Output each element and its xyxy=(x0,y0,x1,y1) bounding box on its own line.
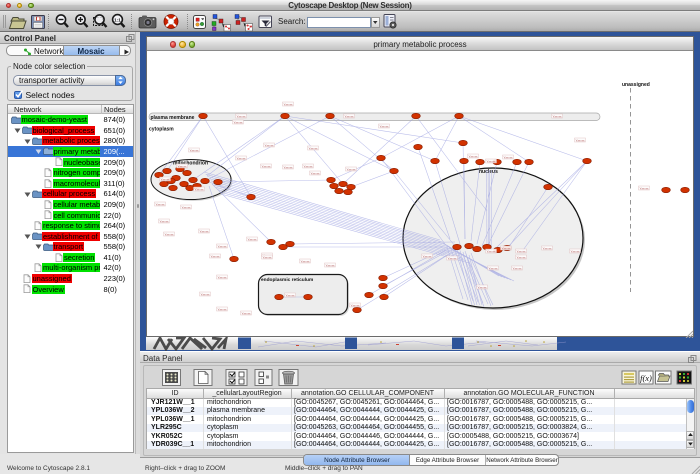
svg-text:Yxx-xx: Yxx-xx xyxy=(237,156,247,160)
svg-text:Yxx-xx: Yxx-xx xyxy=(504,155,514,159)
svg-text:Yxx-xx: Yxx-xx xyxy=(265,143,275,147)
svg-text:Yxx-xx: Yxx-xx xyxy=(553,114,563,118)
svg-text:Yxx-xx: Yxx-xx xyxy=(284,165,294,169)
svg-text:Yxx-xx: Yxx-xx xyxy=(576,138,586,142)
svg-text:cytoplasm: cytoplasm xyxy=(149,127,174,133)
svg-text:Yxx-xx: Yxx-xx xyxy=(178,164,188,168)
svg-text:Yxx-xx: Yxx-xx xyxy=(248,237,258,241)
svg-text:Yxx-xx: Yxx-xx xyxy=(311,171,321,175)
svg-text:Yxx-xx: Yxx-xx xyxy=(218,275,228,279)
svg-text:Yxx-xx: Yxx-xx xyxy=(489,266,499,270)
svg-text:Yxx-xx: Yxx-xx xyxy=(201,292,211,296)
svg-text:Yxx-xx: Yxx-xx xyxy=(326,263,336,267)
svg-text:unassigned: unassigned xyxy=(622,82,650,88)
svg-text:Yxx-xx: Yxx-xx xyxy=(351,303,361,307)
svg-text:Yxx-xx: Yxx-xx xyxy=(517,255,527,259)
svg-text:Yxx-xx: Yxx-xx xyxy=(195,187,205,191)
svg-text:1:1: 1:1 xyxy=(114,18,121,23)
svg-text:Yxx-xx: Yxx-xx xyxy=(502,246,512,250)
svg-text:Yxx-xx: Yxx-xx xyxy=(304,164,314,168)
svg-text:Yxx-xx: Yxx-xx xyxy=(380,124,390,128)
svg-text:Yxx-xx: Yxx-xx xyxy=(262,164,272,168)
svg-text:Yxx-xx: Yxx-xx xyxy=(345,114,355,118)
svg-text:Yxx-xx: Yxx-xx xyxy=(284,102,294,106)
svg-text:Yxx-xx: Yxx-xx xyxy=(487,159,497,163)
svg-text:Yxx-xx: Yxx-xx xyxy=(571,249,581,253)
svg-text:Yxx-xx: Yxx-xx xyxy=(190,148,200,152)
svg-text:Yxx-xx: Yxx-xx xyxy=(211,254,221,258)
svg-text:Yxx-xx: Yxx-xx xyxy=(286,293,296,297)
svg-text:Yxx-xx: Yxx-xx xyxy=(160,219,170,223)
svg-text:Yxx-xx: Yxx-xx xyxy=(200,229,210,233)
svg-text:Yxx-xx: Yxx-xx xyxy=(165,232,175,236)
svg-text:endoplasmic reticulum: endoplasmic reticulum xyxy=(261,277,313,283)
svg-text:Yxx-xx: Yxx-xx xyxy=(237,114,247,118)
svg-text:Yxx-xx: Yxx-xx xyxy=(218,244,228,248)
svg-text:Yxx-xx: Yxx-xx xyxy=(469,154,479,158)
svg-text:Yxx-xx: Yxx-xx xyxy=(543,246,553,250)
svg-text:Yxx-xx: Yxx-xx xyxy=(517,249,527,253)
svg-text:Yxx-xx: Yxx-xx xyxy=(513,266,523,270)
svg-text:Yxx-xx: Yxx-xx xyxy=(182,205,192,209)
svg-text:Yxx-xx: Yxx-xx xyxy=(423,254,433,258)
svg-text:Yxx-xx: Yxx-xx xyxy=(448,256,458,260)
svg-text:Yxx-xx: Yxx-xx xyxy=(156,202,166,206)
svg-text:Yxx-xx: Yxx-xx xyxy=(640,186,650,190)
svg-text:Yxx-xx: Yxx-xx xyxy=(161,177,171,181)
svg-text:Yxx-xx: Yxx-xx xyxy=(242,311,252,315)
svg-text:f(x): f(x) xyxy=(640,373,652,383)
svg-text:Search:: Search: xyxy=(278,17,306,26)
svg-text:Yxx-xx: Yxx-xx xyxy=(487,249,497,253)
svg-text:Yxx-xx: Yxx-xx xyxy=(478,285,488,289)
svg-text:Yxx-xx: Yxx-xx xyxy=(234,120,244,124)
svg-text:Yxx-xx: Yxx-xx xyxy=(218,307,228,311)
svg-text:Yxx-xx: Yxx-xx xyxy=(263,255,273,259)
svg-text:Yxx-xx: Yxx-xx xyxy=(301,259,311,263)
svg-text:Yxx-xx: Yxx-xx xyxy=(309,146,319,150)
svg-text:plasma membrane: plasma membrane xyxy=(151,115,195,121)
svg-text:Yxx-xx: Yxx-xx xyxy=(347,167,357,171)
